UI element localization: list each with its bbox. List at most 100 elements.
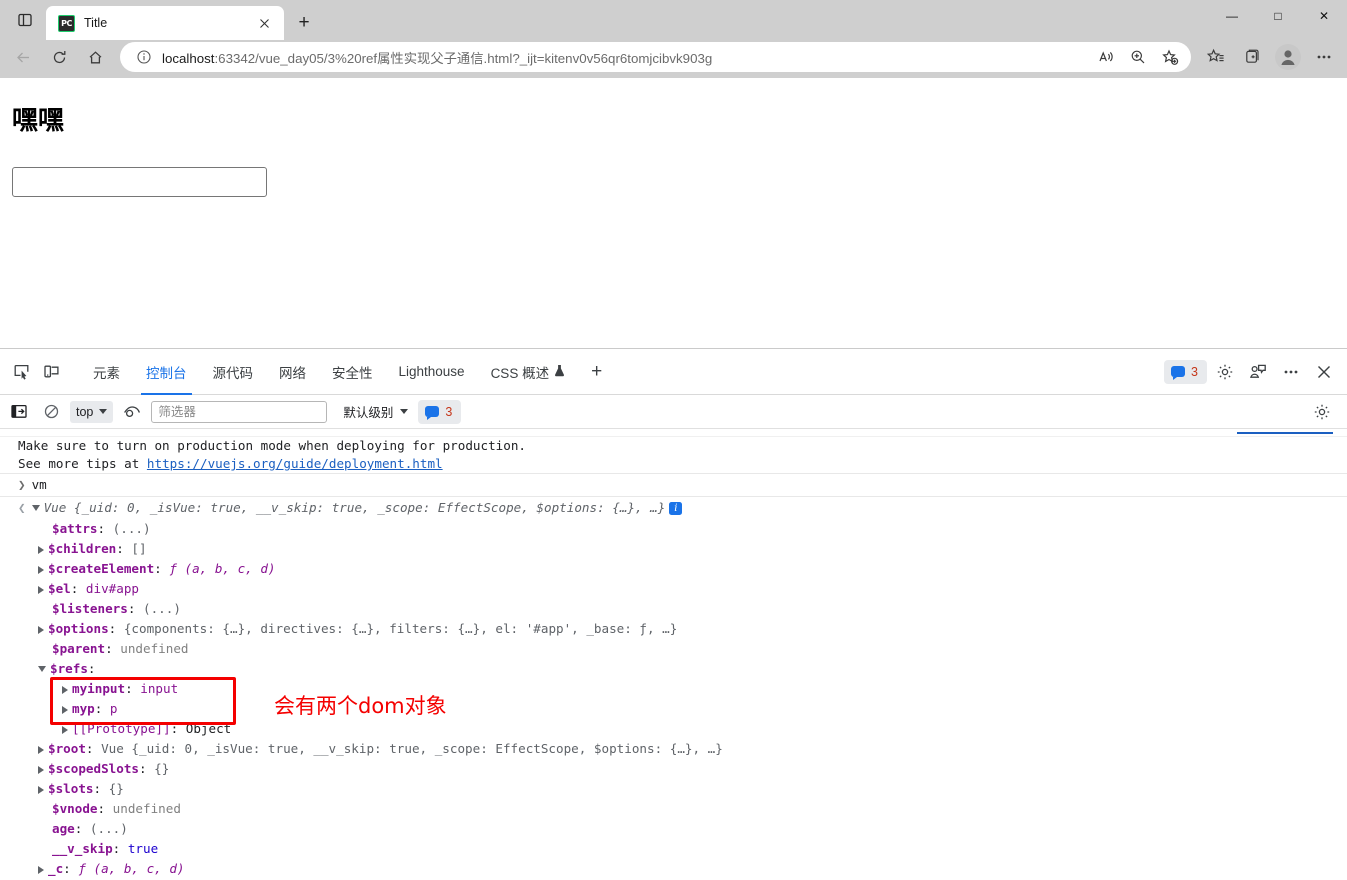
vue-object-summary: Vue {_uid: 0, _isVue: true, __v_skip: tr… [43,500,666,515]
refresh-icon[interactable] [42,42,76,72]
maximize-button[interactable]: □ [1255,0,1301,32]
output-chevron-icon: ❮ [18,500,26,515]
chevron-down-icon [99,409,108,414]
devtools-add-tab-button[interactable]: + [578,349,615,395]
console-issues-badge[interactable]: 3 [418,399,462,424]
chevron-down-icon [400,409,409,414]
new-tab-button[interactable]: + [292,11,316,35]
settings-more-icon[interactable] [1307,42,1341,72]
tab-actions-icon[interactable] [8,3,42,37]
inspect-element-icon[interactable] [6,357,36,387]
collections-icon[interactable] [1235,42,1269,72]
tab-sources[interactable]: 源代码 [200,349,267,395]
browser-window: PC Title + — □ ✕ localhost:63342/vue_day… [0,0,1347,880]
console-result-header: ❮ Vue {_uid: 0, _isVue: true, __v_skip: t… [0,497,1347,519]
tab-elements-label: 元素 [93,365,120,381]
property-value: Object [185,721,232,736]
property-value: ƒ (a, b, c, d) [169,561,276,576]
console-property-row: $vnode: undefined [52,801,181,816]
property-value: (...) [112,521,151,536]
tab-css-overview-label: CSS 概述 [490,365,550,381]
flask-icon [554,364,565,380]
minimize-button[interactable]: — [1209,0,1255,32]
tab-network-label: 网络 [279,365,306,381]
browser-tab[interactable]: PC Title [46,6,284,40]
close-devtools-icon[interactable] [1309,357,1339,387]
console-input-row: ❯ vm [0,474,1347,497]
execution-context-selector[interactable]: top [70,400,114,423]
tab-close-icon[interactable] [252,11,276,35]
more-options-icon[interactable] [1276,357,1306,387]
expand-triangle-icon[interactable] [38,785,44,794]
favorites-icon[interactable] [1199,42,1233,72]
property-key: _c [48,861,64,876]
deployment-guide-link[interactable]: https://vuejs.org/guide/deployment.html [147,456,443,471]
tab-console[interactable]: 控制台 [133,349,200,395]
device-toolbar-icon[interactable] [36,357,66,387]
zoom-icon[interactable] [1123,44,1153,70]
tab-elements[interactable]: 元素 [80,349,133,395]
console-property-row: myinput: input [0,679,1347,699]
property-key: $createElement [48,561,155,576]
expand-triangle-icon[interactable] [62,725,68,734]
property-value: [] [131,541,147,556]
console-sidebar-icon[interactable] [6,400,32,424]
console-filter-input[interactable] [151,400,328,423]
expand-triangle-icon[interactable] [62,705,68,714]
page-text-input[interactable] [12,167,267,197]
expand-triangle-icon[interactable] [38,745,44,754]
add-favorite-icon[interactable] [1155,44,1185,70]
input-chevron-icon: ❯ [18,477,26,492]
tab-lighthouse-label: Lighthouse [398,364,465,379]
read-aloud-icon[interactable] [1091,44,1121,70]
expand-triangle-icon[interactable] [38,545,44,554]
expand-triangle-icon[interactable] [38,565,44,574]
back-icon[interactable] [6,42,40,72]
tab-strip: PC Title + [0,0,1209,40]
property-key: $refs [50,661,88,676]
property-key: [[Prototype]] [72,721,171,736]
close-window-button[interactable]: ✕ [1301,0,1347,32]
property-value[interactable]: input [140,681,178,696]
devtools-tabs: 元素 控制台 源代码 网络 安全性 Lighthouse CSS 概述 + [80,349,1164,395]
console-level-selector[interactable]: 默认级别 [339,401,412,423]
tab-lighthouse[interactable]: Lighthouse [386,349,478,395]
tab-network[interactable]: 网络 [266,349,319,395]
expand-triangle-icon[interactable] [62,685,68,694]
title-bar: PC Title + — □ ✕ [0,0,1347,40]
console-property-row: $el: div#app [0,579,1347,599]
property-key: $listeners [52,601,128,616]
tab-security[interactable]: 安全性 [319,349,386,395]
expand-triangle-icon[interactable] [38,765,44,774]
expand-triangle-icon[interactable] [38,625,44,634]
expand-triangle-icon[interactable] [38,585,44,594]
expand-triangle-icon[interactable] [31,504,40,511]
console-property-row: myp: p [0,699,1347,719]
property-value: {} [154,761,170,776]
expand-triangle-icon[interactable] [38,665,46,672]
console-property-row: $listeners: (...) [52,601,181,616]
info-icon[interactable] [134,47,154,67]
expand-triangle-icon[interactable] [38,865,44,874]
console-settings-icon[interactable] [1309,400,1335,424]
console-output[interactable]: Make sure to turn on production mode whe… [0,429,1347,880]
console-property-row: $refs: [0,659,1347,679]
info-badge-icon[interactable]: i [669,502,683,515]
property-value[interactable]: div#app [86,581,139,596]
devtools-message-badge[interactable]: 3 [1164,359,1207,384]
property-value[interactable]: p [110,701,118,716]
live-expression-icon[interactable] [119,400,145,424]
settings-gear-icon[interactable] [1210,357,1240,387]
clear-console-icon[interactable] [38,400,64,424]
address-bar[interactable]: localhost:63342/vue_day05/3%20ref属性实现父子通… [120,42,1191,72]
home-icon[interactable] [78,42,112,72]
console-clipped-row [0,429,1347,437]
console-property-row: $parent: undefined [52,641,189,656]
console-property-row: $children: [] [0,539,1347,559]
annotation-note: 会有两个dom对象 [274,694,447,718]
tab-css-overview[interactable]: CSS 概述 [478,349,579,395]
url-path: :63342/vue_day05/3%20ref属性实现父子通信.html?_i… [214,50,713,66]
feedback-icon[interactable] [1243,357,1273,387]
profile-avatar[interactable] [1275,44,1301,70]
source-link[interactable] [1237,429,1333,434]
